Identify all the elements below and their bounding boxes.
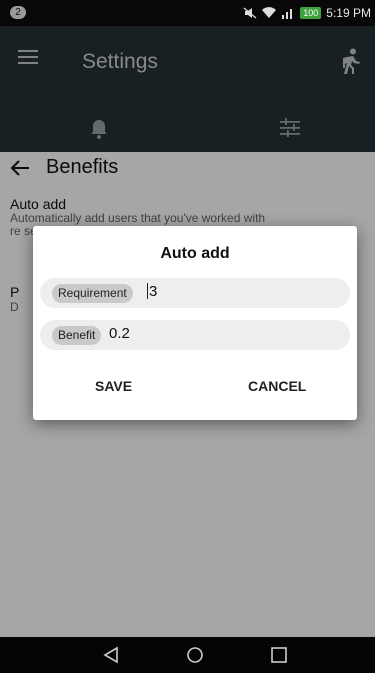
- tune-icon[interactable]: [280, 118, 300, 138]
- benefit-input[interactable]: 0.2: [109, 325, 130, 342]
- second-setting-title: P: [10, 284, 20, 300]
- dialog-title: Auto add: [160, 245, 230, 262]
- mute-icon: [243, 7, 257, 19]
- text-cursor: [147, 283, 148, 299]
- requirement-field[interactable]: Requirement 3: [40, 278, 350, 308]
- requirement-label: Requirement: [52, 284, 133, 303]
- wifi-icon: [262, 7, 277, 19]
- nav-back-icon[interactable]: [102, 646, 120, 664]
- nav-recents-icon[interactable]: [270, 646, 288, 664]
- status-time: 5:19 PM: [326, 6, 371, 20]
- toolbar-title: Settings: [82, 50, 158, 73]
- status-bar: 2 100 5:19 PM: [0, 0, 375, 26]
- benefit-label: Benefit: [52, 326, 102, 345]
- auto-add-description: Automatically add users that you've work…: [10, 211, 266, 225]
- app-toolbar: Settings: [0, 26, 375, 110]
- auto-add-dialog: Auto add Requirement 3 Benefit 0.2 SAVE …: [33, 226, 357, 420]
- auto-add-title: Auto add: [10, 196, 67, 212]
- back-arrow-icon[interactable]: [10, 159, 30, 177]
- requirement-input-wrap[interactable]: 3: [147, 283, 157, 300]
- cancel-button[interactable]: CANCEL: [248, 378, 306, 394]
- requirement-input[interactable]: 3: [149, 283, 157, 300]
- page-header: Benefits: [10, 156, 118, 179]
- battery-indicator: 100: [300, 7, 322, 19]
- nav-home-icon[interactable]: [186, 646, 204, 664]
- save-button[interactable]: SAVE: [95, 378, 132, 394]
- tab-bar: [0, 110, 375, 152]
- second-setting[interactable]: P D: [10, 284, 19, 314]
- benefit-field[interactable]: Benefit 0.2: [40, 320, 350, 350]
- notification-count: 2: [10, 6, 26, 19]
- bell-icon[interactable]: [90, 118, 108, 140]
- page-title: Benefits: [46, 156, 119, 178]
- status-icons: 100 5:19 PM: [243, 6, 371, 20]
- system-nav-bar: [0, 637, 375, 673]
- second-setting-description: D: [10, 300, 19, 314]
- menu-icon[interactable]: [18, 49, 38, 65]
- signal-icon: [282, 9, 293, 19]
- run-icon[interactable]: [339, 48, 361, 74]
